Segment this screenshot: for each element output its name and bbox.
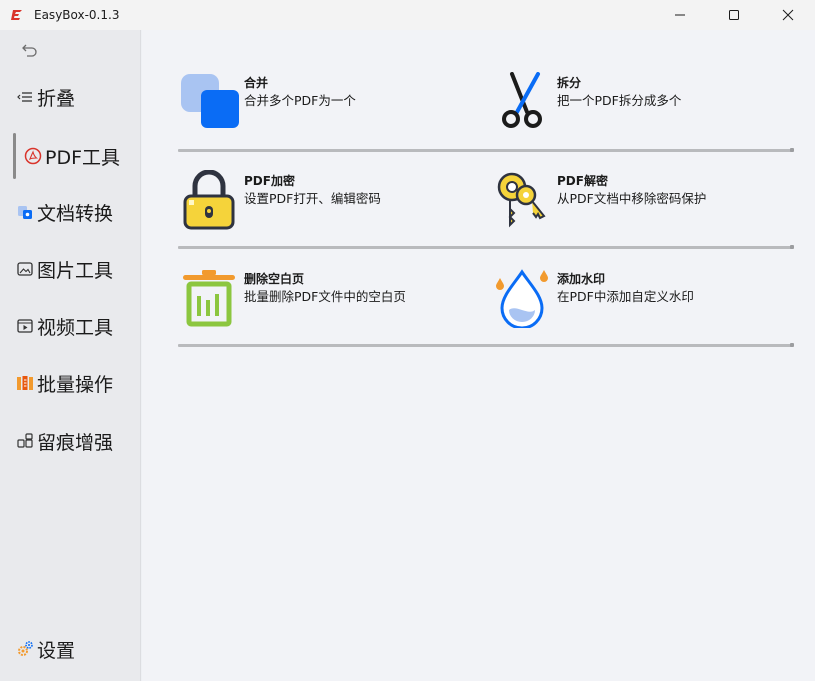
scissors-icon bbox=[492, 72, 552, 132]
title-bar: EasyBox-0.1.3 bbox=[0, 0, 815, 30]
sidebar-item-document-convert[interactable]: 文档转换 bbox=[0, 190, 141, 234]
pdf-icon bbox=[24, 147, 42, 165]
sidebar-item-label: PDF工具 bbox=[45, 146, 121, 169]
batch-icon bbox=[16, 374, 34, 392]
row-divider bbox=[178, 343, 794, 347]
tool-description: 合并多个PDF为一个 bbox=[244, 93, 356, 108]
tool-description: 从PDF文档中移除密码保护 bbox=[557, 191, 707, 206]
sidebar-item-settings[interactable]: 设置 bbox=[0, 627, 141, 671]
sidebar-item-video-tools[interactable]: 视频工具 bbox=[0, 304, 141, 348]
tool-description: 批量删除PDF文件中的空白页 bbox=[244, 289, 406, 304]
lock-icon bbox=[179, 169, 239, 230]
tool-pdf-decrypt[interactable]: PDF解密 从PDF文档中移除密码保护 bbox=[492, 170, 706, 230]
tool-title: PDF解密 bbox=[557, 174, 608, 188]
main-panel: 合并 合并多个PDF为一个 拆分 把一个PDF拆分成多个 PDF加密 设置PDF… bbox=[142, 30, 815, 681]
sidebar-item-label: 设置 bbox=[37, 639, 76, 662]
sidebar-item-label: 批量操作 bbox=[37, 373, 114, 396]
sidebar-item-label: 视频工具 bbox=[37, 316, 114, 339]
close-button[interactable] bbox=[761, 0, 815, 30]
sidebar-item-trace-enhance[interactable]: 留痕增强 bbox=[0, 419, 141, 463]
sidebar-item-label: 留痕增强 bbox=[37, 431, 114, 454]
water-drop-icon bbox=[492, 268, 552, 330]
row-divider bbox=[178, 148, 794, 152]
sidebar: 折叠 PDF工具 文档转换 图片工具 视频工具 批量操作 留痕增强 设置 bbox=[0, 30, 141, 681]
sidebar-item-collapse[interactable]: 折叠 bbox=[0, 75, 141, 119]
image-icon bbox=[16, 260, 34, 278]
collapse-icon bbox=[16, 88, 34, 106]
close-icon bbox=[782, 9, 794, 21]
tool-pdf-encrypt[interactable]: PDF加密 设置PDF打开、编辑密码 bbox=[179, 169, 381, 230]
tool-title: PDF加密 bbox=[244, 174, 295, 188]
minimize-icon bbox=[675, 14, 685, 16]
back-arrow-icon bbox=[22, 44, 37, 57]
sidebar-item-batch-ops[interactable]: 批量操作 bbox=[0, 361, 141, 405]
tool-description: 设置PDF打开、编辑密码 bbox=[244, 191, 381, 206]
back-button[interactable] bbox=[18, 40, 42, 60]
tool-title: 添加水印 bbox=[557, 272, 606, 286]
sidebar-item-image-tools[interactable]: 图片工具 bbox=[0, 247, 141, 291]
tool-title: 拆分 bbox=[557, 76, 582, 90]
settings-icon bbox=[16, 640, 34, 658]
maximize-icon bbox=[729, 10, 739, 20]
active-indicator bbox=[13, 133, 16, 179]
tool-split[interactable]: 拆分 把一个PDF拆分成多个 bbox=[492, 72, 681, 132]
window-title: EasyBox-0.1.3 bbox=[34, 8, 120, 22]
tool-remove-blank-pages[interactable]: 删除空白页 批量删除PDF文件中的空白页 bbox=[179, 268, 406, 328]
app-logo-icon bbox=[8, 6, 26, 24]
tool-title: 合并 bbox=[244, 76, 269, 90]
window-controls bbox=[653, 0, 815, 30]
tool-description: 在PDF中添加自定义水印 bbox=[557, 289, 694, 304]
sidebar-item-pdf-tools[interactable]: PDF工具 bbox=[0, 131, 141, 181]
video-icon bbox=[16, 317, 34, 335]
tool-add-watermark[interactable]: 添加水印 在PDF中添加自定义水印 bbox=[492, 268, 694, 330]
tool-description: 把一个PDF拆分成多个 bbox=[557, 93, 682, 108]
tool-title: 删除空白页 bbox=[244, 272, 305, 286]
merge-icon bbox=[179, 72, 239, 132]
row-divider bbox=[178, 245, 794, 249]
document-convert-icon bbox=[16, 203, 34, 221]
trash-icon bbox=[179, 268, 239, 328]
keys-icon bbox=[492, 170, 552, 230]
sidebar-item-label: 文档转换 bbox=[37, 202, 114, 225]
tool-merge[interactable]: 合并 合并多个PDF为一个 bbox=[179, 72, 356, 132]
sidebar-item-label: 折叠 bbox=[37, 87, 76, 110]
minimize-button[interactable] bbox=[653, 0, 707, 30]
sidebar-item-label: 图片工具 bbox=[37, 259, 114, 282]
maximize-button[interactable] bbox=[707, 0, 761, 30]
trace-enhance-icon bbox=[16, 432, 34, 450]
